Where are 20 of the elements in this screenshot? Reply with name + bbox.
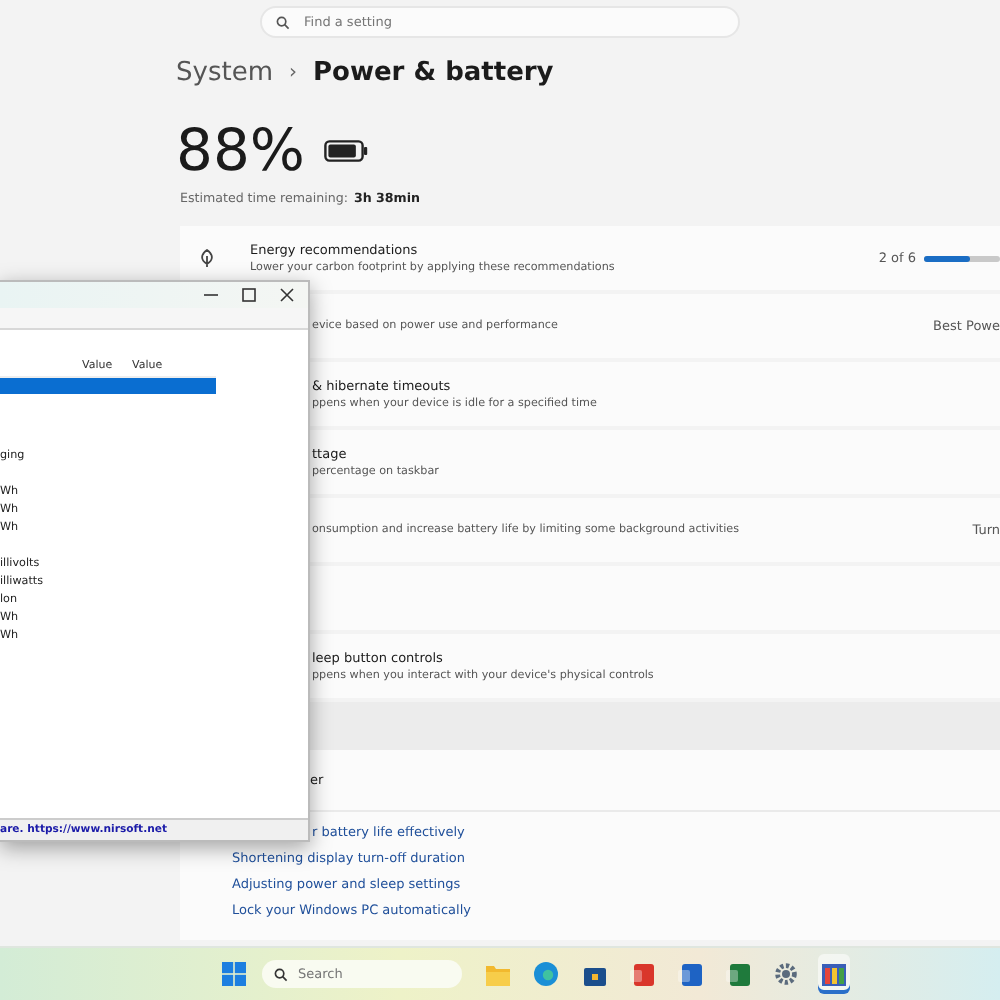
- start-icon[interactable]: [222, 962, 246, 986]
- leaf-icon: [198, 248, 216, 268]
- browser-icon[interactable]: [534, 962, 558, 986]
- columns-icon[interactable]: [822, 963, 846, 985]
- maximize-icon[interactable]: [242, 288, 256, 302]
- app-icon[interactable]: [630, 963, 654, 985]
- shopping-bag-icon[interactable]: [583, 963, 605, 985]
- progress-bar: [924, 255, 1000, 261]
- search-icon: [276, 15, 290, 29]
- breadcrumb-parent[interactable]: System: [176, 57, 273, 87]
- app-icon[interactable]: [678, 963, 702, 985]
- battery-icon: [324, 139, 369, 161]
- battery-percentage: 88%: [176, 116, 305, 184]
- close-icon[interactable]: [280, 288, 294, 302]
- gear-icon[interactable]: [774, 962, 798, 986]
- app-icon[interactable]: [726, 963, 750, 985]
- page-title: Power & battery: [312, 57, 554, 87]
- search-icon: [274, 967, 288, 981]
- minimize-icon[interactable]: [204, 288, 218, 302]
- breadcrumb-separator: ›: [288, 61, 297, 83]
